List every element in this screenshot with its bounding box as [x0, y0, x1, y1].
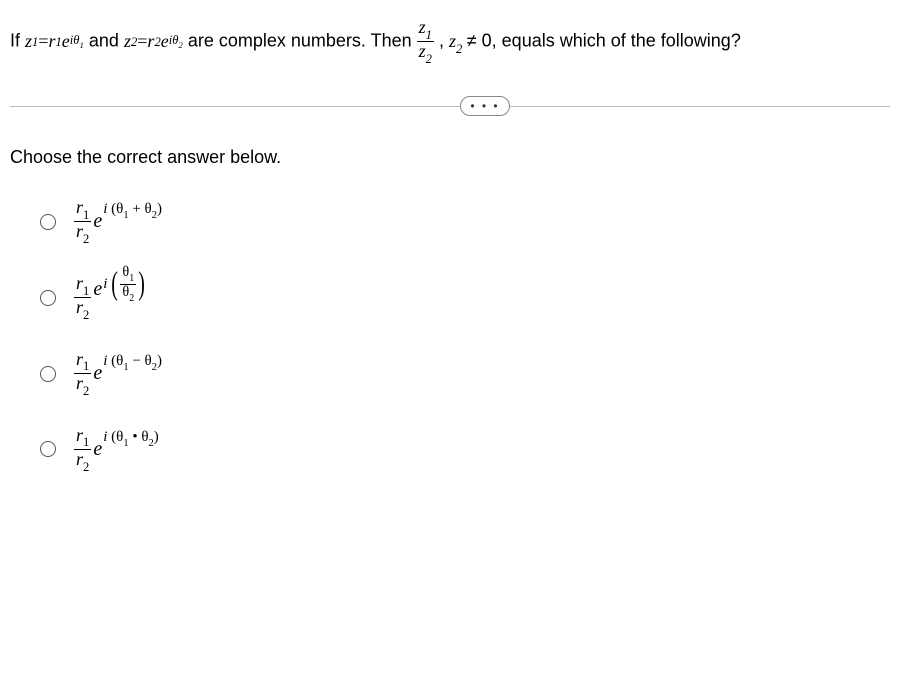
ellipsis-icon: • • •	[470, 99, 499, 113]
divider: • • •	[10, 106, 890, 107]
option-a-expr: r1 r2 e i (θ1 + θ2)	[74, 198, 162, 246]
radio-a[interactable]	[40, 214, 56, 230]
expand-button[interactable]: • • •	[460, 96, 510, 116]
z1-expr: z1 = r1 e iθ1	[25, 22, 84, 62]
option-d[interactable]: r1 r2 e i (θ1 • θ2)	[40, 426, 890, 474]
instruction-text: Choose the correct answer below.	[10, 147, 890, 168]
option-b-expr: r1 r2 e i ( θ1 θ2 )	[74, 274, 147, 322]
radio-c[interactable]	[40, 366, 56, 382]
option-b[interactable]: r1 r2 e i ( θ1 θ2 )	[40, 274, 890, 322]
text-comma: ,	[439, 31, 449, 51]
options-group: r1 r2 e i (θ1 + θ2) r1 r2 e i	[10, 198, 890, 474]
text-mid: are complex numbers. Then	[188, 31, 417, 51]
text-if: If	[10, 31, 25, 51]
text-and: and	[89, 31, 124, 51]
divider-line	[10, 106, 890, 107]
radio-d[interactable]	[40, 441, 56, 457]
cond-z2: z2	[449, 31, 467, 51]
z2-expr: z2 = r2 e iθ2	[124, 22, 183, 62]
problem-statement: If z1 = r1 e iθ1 and z2 = r2 e iθ2 are c…	[10, 18, 890, 66]
option-d-expr: r1 r2 e i (θ1 • θ2)	[74, 426, 159, 474]
option-a[interactable]: r1 r2 e i (θ1 + θ2)	[40, 198, 890, 246]
option-c[interactable]: r1 r2 e i (θ1 − θ2)	[40, 350, 890, 398]
option-c-expr: r1 r2 e i (θ1 − θ2)	[74, 350, 162, 398]
z-fraction: z1 z2	[417, 18, 434, 66]
text-tail: ≠ 0, equals which of the following?	[467, 31, 741, 51]
radio-b[interactable]	[40, 290, 56, 306]
